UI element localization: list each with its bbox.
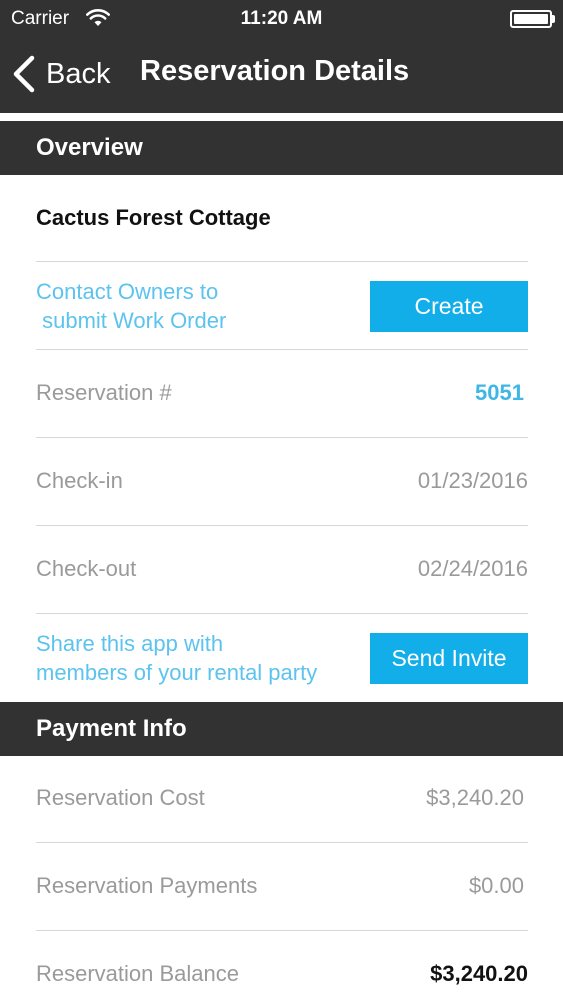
share-app-link[interactable]: Share this app with members of your rent… <box>36 629 317 687</box>
contact-text-line-2: submit Work Order <box>36 308 227 333</box>
checkin-label: Check-in <box>36 468 123 493</box>
checkout-label: Check-out <box>36 556 137 581</box>
reservation-payments-value: $0.00 <box>468 873 524 898</box>
page-title: Reservation Details <box>140 55 410 87</box>
app-header: Carrier 11:20 AM Back Reservation Detail… <box>0 0 563 113</box>
create-button[interactable]: Create <box>370 280 528 332</box>
reservation-number-row: Reservation # 5051 <box>36 370 528 416</box>
share-text-line-2: members of your rental party <box>36 660 318 685</box>
reservation-cost-row: Reservation Cost $3,240.20 <box>36 775 528 821</box>
property-name: Cactus Forest Cottage <box>36 205 271 230</box>
divider <box>36 261 528 262</box>
divider <box>36 930 528 931</box>
checkin-value: 01/23/2016 <box>417 468 528 493</box>
work-order-row: Contact Owners to submit Work Order Crea… <box>36 276 528 336</box>
status-bar: Carrier 11:20 AM <box>0 0 563 38</box>
reservation-payments-label: Reservation Payments <box>36 873 258 898</box>
contact-owners-link[interactable]: Contact Owners to submit Work Order <box>36 277 226 335</box>
reservation-cost-value: $3,240.20 <box>426 785 524 810</box>
reservation-number-label: Reservation # <box>36 380 172 405</box>
reservation-balance-label: Reservation Balance <box>36 961 240 986</box>
battery-icon <box>510 10 552 28</box>
reservation-balance-value: $3,240.20 <box>430 961 528 986</box>
divider <box>36 437 528 438</box>
checkin-row: Check-in 01/23/2016 <box>36 458 528 504</box>
clock: 11:20 AM <box>240 8 323 29</box>
divider <box>36 349 528 350</box>
property-row: Cactus Forest Cottage <box>36 192 528 244</box>
checkout-row: Check-out 02/24/2016 <box>36 546 528 592</box>
divider <box>36 613 528 614</box>
header-gap <box>0 113 563 121</box>
contact-text-line-1: Contact Owners to <box>36 279 219 304</box>
reservation-balance-row: Reservation Balance $3,240.20 <box>36 951 528 997</box>
reservation-cost-label: Reservation Cost <box>36 785 205 810</box>
checkout-value: 02/24/2016 <box>417 556 528 581</box>
battery-tip <box>552 15 555 23</box>
back-label: Back <box>46 57 111 90</box>
share-text-line-1: Share this app with <box>36 631 224 656</box>
divider <box>36 842 528 843</box>
reservation-payments-row: Reservation Payments $0.00 <box>36 863 528 909</box>
divider <box>36 525 528 526</box>
reservation-number-value: 5051 <box>475 380 524 405</box>
chevron-left-icon <box>13 55 35 93</box>
overview-section-header: Overview <box>0 121 563 175</box>
back-button[interactable]: Back <box>10 52 110 96</box>
payment-section-header: Payment Info <box>0 702 563 756</box>
send-invite-button[interactable]: Send Invite <box>370 632 528 684</box>
share-row: Share this app with members of your rent… <box>36 628 528 688</box>
